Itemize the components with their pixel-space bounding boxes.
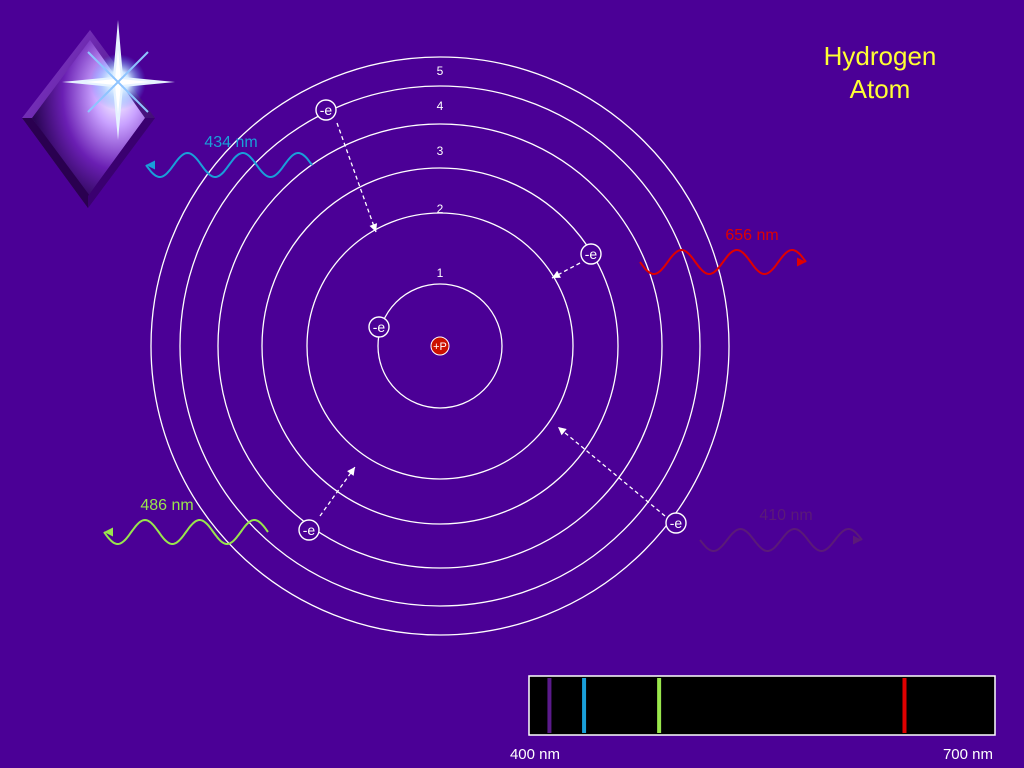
emission-label-1: 656 nm (725, 227, 778, 244)
nucleus: +P (430, 336, 450, 356)
electron-1: -e (368, 316, 390, 338)
electron-5: -e (665, 512, 687, 534)
electron-label: -e (585, 246, 598, 262)
emission-label-2: 486 nm (140, 497, 193, 514)
electron-label: -e (670, 515, 683, 531)
electron-label: -e (320, 102, 333, 118)
electron-label: -e (303, 522, 316, 538)
shell-label-5: 5 (437, 64, 444, 78)
shell-label-2: 2 (437, 202, 444, 216)
star-diamond-logo (22, 20, 175, 208)
nucleus-label: +P (433, 341, 447, 353)
electron-4: -e (298, 519, 320, 541)
transition-arrow-3 (319, 466, 356, 517)
spectrum-box (528, 675, 996, 736)
shell-label-1: 1 (437, 266, 444, 280)
shell-label-3: 3 (437, 144, 444, 158)
photon-wave-656 (639, 248, 807, 276)
shell-labels: 1 2 3 4 5 (437, 64, 444, 280)
spectrum-max-label: 700 nm (943, 746, 993, 763)
emission-labels: 656 nm 486 nm 434 nm 410 nm (140, 134, 812, 524)
emission-label-3: 434 nm (204, 134, 257, 151)
spectrum-panel: 400 nm 700 nm (510, 675, 996, 763)
electron-3: -e (580, 243, 602, 265)
transition-arrow-1 (336, 122, 377, 233)
emission-label-4: 410 nm (759, 507, 812, 524)
electron-2: -e (315, 99, 337, 121)
electron-label: -e (373, 319, 386, 335)
spectrum-min-label: 400 nm (510, 746, 560, 763)
photon-wave-410 (699, 527, 863, 553)
transition-arrow-4 (557, 426, 666, 517)
shell-label-4: 4 (437, 99, 444, 113)
hydrogen-atom-diagram: 1 2 3 4 5 -e -e -e -e -e +P 656 nm 486 nm 434 nm 41… (22, 20, 996, 763)
arrowhead-3 (347, 467, 355, 476)
photon-wave-486 (103, 518, 269, 546)
photon-wave-434 (145, 151, 313, 179)
